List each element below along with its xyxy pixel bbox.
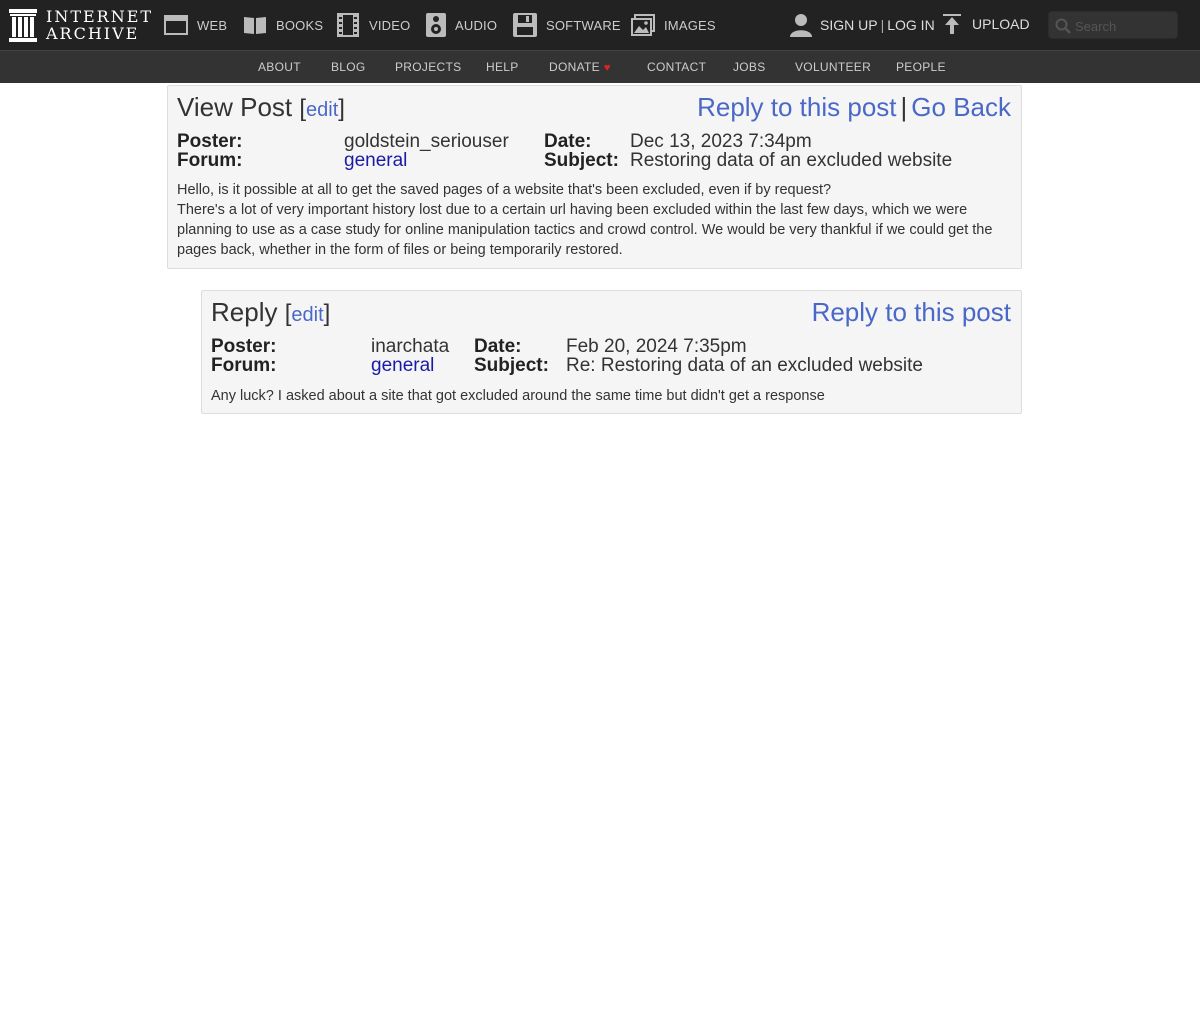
login-link[interactable]: LOG IN — [887, 17, 934, 33]
nav-video[interactable]: VIDEO — [336, 0, 410, 50]
bracket-close: ] — [338, 95, 345, 122]
forum-link[interactable]: general — [344, 151, 407, 170]
search-box[interactable] — [1048, 11, 1178, 39]
upload-button[interactable]: UPLOAD — [942, 0, 1030, 48]
internet-archive-logo[interactable]: INTERNET ARCHIVE — [9, 8, 153, 42]
post-subject: Restoring data of an excluded website — [630, 150, 953, 171]
reply-meta: Poster: inarchata Date: Feb 20, 2024 7:3… — [211, 337, 1011, 377]
forum-label: Forum: — [177, 150, 243, 171]
nav-audio[interactable]: AUDIO — [426, 0, 497, 50]
archive-building-icon — [9, 8, 37, 42]
post-actions: Reply to this post | Go Back — [697, 92, 1011, 123]
post-body: Hello, is it possible at all to get the … — [177, 180, 1012, 260]
post-date: Dec 13, 2023 7:34pm — [630, 131, 812, 152]
go-back-link[interactable]: Go Back — [911, 92, 1011, 122]
top-navigation-bar: INTERNET ARCHIVE WEB BOOKS VIDEO AUDIO S… — [0, 0, 1200, 50]
reply-heading: Reply [edit] — [211, 297, 330, 328]
reply-bracket-close: ] — [323, 300, 331, 327]
reply-to-post-link[interactable]: Reply to this post — [697, 92, 896, 122]
poster-name: goldstein_seriouser — [344, 131, 509, 152]
subnav-blog[interactable]: BLOG — [331, 51, 366, 84]
post-body-line-1: Hello, is it possible at all to get the … — [177, 182, 832, 198]
heart-icon: ♥ — [603, 62, 611, 74]
nav-audio-label: AUDIO — [455, 17, 498, 33]
nav-images[interactable]: IMAGES — [631, 0, 716, 50]
subnav-volunteer[interactable]: VOLUNTEER — [795, 51, 871, 84]
nav-books-label: BOOKS — [276, 17, 324, 33]
reply-forum-link[interactable]: general — [371, 356, 434, 375]
secondary-navigation: ABOUT BLOG PROJECTS HELP DONATE ♥ CONTACT… — [0, 50, 1200, 83]
account-area: SIGN UP | LOG IN — [790, 0, 935, 50]
reply-subject: Re: Restoring data of an excluded websit… — [566, 355, 923, 376]
reply-to-reply-link[interactable]: Reply to this post — [812, 297, 1011, 327]
reply-poster-name: inarchata — [371, 336, 450, 357]
reply-edit-link[interactable]: edit — [291, 304, 323, 326]
upload-icon — [943, 14, 961, 34]
nav-web[interactable]: WEB — [164, 0, 227, 50]
reply-actions: Reply to this post — [812, 297, 1011, 328]
post-meta: Poster: goldstein_seriouser Date: Dec 13… — [177, 132, 1007, 172]
subnav-projects[interactable]: PROJECTS — [395, 51, 461, 84]
user-icon — [790, 14, 812, 37]
search-input[interactable] — [1075, 16, 1173, 36]
reply-title: Reply — [211, 297, 278, 327]
logo-line-1: INTERNET — [46, 7, 154, 26]
reply-body: Any luck? I asked about a site that got … — [211, 388, 825, 404]
images-icon — [631, 14, 655, 36]
reply-post: Reply [edit] Reply to this post Poster: … — [201, 290, 1022, 414]
nav-web-label: WEB — [197, 17, 228, 33]
subnav-donate-label: DONATE — [549, 60, 600, 74]
signup-link[interactable]: SIGN UP — [820, 17, 878, 33]
poster-label: Poster: — [177, 131, 243, 152]
reply-date: Feb 20, 2024 7:35pm — [566, 336, 747, 357]
upload-label: UPLOAD — [972, 16, 1030, 32]
subnav-contact[interactable]: CONTACT — [647, 51, 706, 84]
books-icon — [244, 17, 266, 34]
audio-icon — [426, 13, 446, 37]
reply-subject-label: Subject: — [474, 355, 549, 376]
search-icon — [1055, 18, 1071, 34]
date-label: Date: — [544, 131, 592, 152]
post-heading: View Post [edit] — [177, 92, 345, 123]
nav-books[interactable]: BOOKS — [243, 0, 323, 50]
nav-software-label: SOFTWARE — [546, 17, 621, 33]
actions-separator: | — [900, 92, 908, 122]
software-icon — [513, 13, 537, 37]
subnav-donate[interactable]: DONATE ♥ — [549, 51, 611, 84]
post-edit-link[interactable]: edit — [306, 99, 338, 121]
reply-date-label: Date: — [474, 336, 522, 357]
nav-images-label: IMAGES — [664, 17, 716, 33]
reply-forum-label: Forum: — [211, 355, 277, 376]
post-title: View Post — [177, 92, 293, 122]
subnav-jobs[interactable]: JOBS — [733, 51, 766, 84]
account-separator: | — [880, 17, 885, 33]
subnav-help[interactable]: HELP — [486, 51, 519, 84]
nav-video-label: VIDEO — [369, 17, 411, 33]
video-icon — [337, 13, 359, 37]
subnav-people[interactable]: PEOPLE — [896, 51, 946, 84]
logo-line-2: ARCHIVE — [46, 24, 140, 43]
nav-software[interactable]: SOFTWARE — [513, 0, 621, 50]
web-icon — [164, 15, 188, 35]
subnav-about[interactable]: ABOUT — [258, 51, 301, 84]
post-body-line-2: There's a lot of very important history … — [177, 202, 993, 258]
reply-poster-label: Poster: — [211, 336, 277, 357]
subject-label: Subject: — [544, 150, 619, 171]
main-post: View Post [edit] Reply to this post | Go B… — [167, 85, 1022, 269]
